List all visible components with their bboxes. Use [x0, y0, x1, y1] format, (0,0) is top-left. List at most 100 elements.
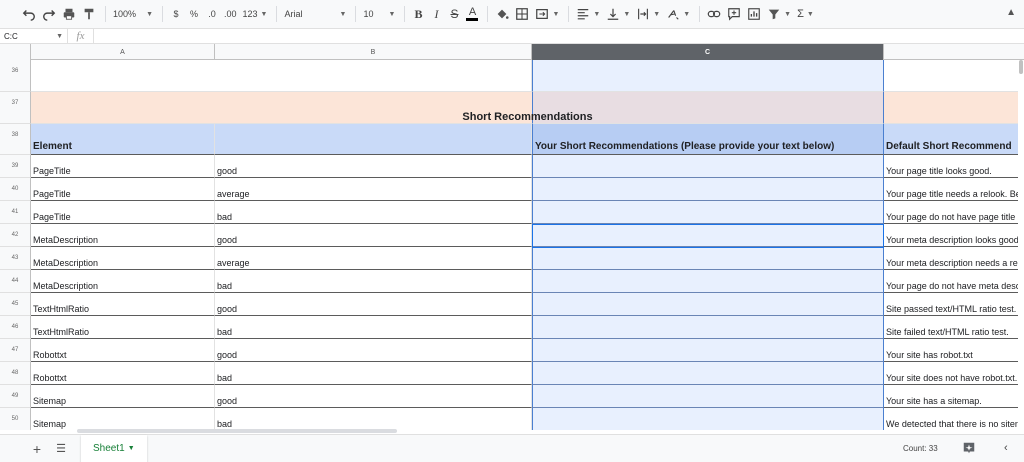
- cell-your-recommendation[interactable]: [532, 201, 884, 224]
- cell-default-recommendation[interactable]: Your site has robot.txt: [884, 339, 1024, 362]
- cell-element[interactable]: MetaDescription: [31, 247, 215, 270]
- functions-button[interactable]: Σ ▼: [795, 4, 816, 24]
- header-cell-element[interactable]: Element: [31, 124, 215, 155]
- cell-default-recommendation[interactable]: Your site does not have robot.txt.: [884, 362, 1024, 385]
- header-cell-default-recommendations[interactable]: Default Short Recommend: [884, 124, 1024, 155]
- cell-default-recommendation[interactable]: Your meta description looks good.: [884, 224, 1024, 247]
- bold-button[interactable]: B: [410, 4, 426, 24]
- add-sheet-icon[interactable]: +: [27, 441, 47, 457]
- vertical-scrollbar[interactable]: [1018, 60, 1024, 430]
- insert-link-icon[interactable]: [705, 4, 723, 24]
- cell-rating[interactable]: good: [215, 339, 532, 362]
- column-header-c[interactable]: C: [532, 44, 884, 60]
- row-number[interactable]: 40: [0, 178, 31, 201]
- cell[interactable]: [31, 60, 532, 92]
- cell-rating[interactable]: bad: [215, 316, 532, 339]
- undo-icon[interactable]: [20, 4, 38, 24]
- row-number[interactable]: 36: [0, 60, 31, 92]
- cell-default-recommendation[interactable]: We detected that there is no siten: [884, 408, 1024, 430]
- font-size-select[interactable]: 10 ▼: [361, 4, 397, 24]
- column-header-a[interactable]: A: [31, 44, 215, 60]
- cell-default-recommendation[interactable]: Site failed text/HTML ratio test.: [884, 316, 1024, 339]
- cell-default-recommendation[interactable]: Your site has a sitemap.: [884, 385, 1024, 408]
- cell-rating[interactable]: good: [215, 224, 532, 247]
- cell-your-recommendation[interactable]: [532, 316, 884, 339]
- cell-element[interactable]: TextHtmlRatio: [31, 293, 215, 316]
- cell-element[interactable]: PageTitle: [31, 178, 215, 201]
- cell-element[interactable]: Sitemap: [31, 408, 215, 430]
- row-number[interactable]: 41: [0, 201, 31, 224]
- selection-count[interactable]: Count: 33: [903, 444, 938, 453]
- decrease-decimals-button[interactable]: .0: [204, 4, 220, 24]
- cell-element[interactable]: MetaDescription: [31, 270, 215, 293]
- cell-element[interactable]: Robottxt: [31, 339, 215, 362]
- row-number[interactable]: 43: [0, 247, 31, 270]
- row-number[interactable]: 44: [0, 270, 31, 293]
- cell-default-recommendation[interactable]: Site passed text/HTML ratio test.: [884, 293, 1024, 316]
- cell-your-recommendation[interactable]: [532, 385, 884, 408]
- row-number[interactable]: 42: [0, 224, 31, 247]
- paint-format-icon[interactable]: [80, 4, 98, 24]
- print-icon[interactable]: [60, 4, 78, 24]
- cell-element[interactable]: PageTitle: [31, 201, 215, 224]
- cell-rating[interactable]: bad: [215, 201, 532, 224]
- horizontal-scrollbar-thumb[interactable]: [77, 429, 397, 433]
- cell[interactable]: [31, 92, 532, 124]
- cell-your-recommendation[interactable]: [532, 270, 884, 293]
- italic-button[interactable]: I: [428, 4, 444, 24]
- cell[interactable]: [884, 92, 1024, 124]
- increase-decimals-button[interactable]: .00: [222, 4, 239, 24]
- row-number[interactable]: 37: [0, 92, 31, 124]
- row-number[interactable]: 38: [0, 124, 31, 155]
- cell-default-recommendation[interactable]: Your meta description needs a reli: [884, 247, 1024, 270]
- currency-format-button[interactable]: $: [168, 4, 184, 24]
- header-cell-your-recommendations[interactable]: Your Short Recommendations (Please provi…: [532, 124, 884, 155]
- cell-rating[interactable]: average: [215, 247, 532, 270]
- insert-chart-icon[interactable]: [745, 4, 763, 24]
- chevron-up-icon[interactable]: ▲: [1006, 7, 1016, 18]
- row-number[interactable]: 39: [0, 155, 31, 178]
- cell-rating[interactable]: good: [215, 293, 532, 316]
- cell-element[interactable]: TextHtmlRatio: [31, 316, 215, 339]
- row-number[interactable]: 50: [0, 408, 31, 430]
- cell-rating[interactable]: good: [215, 155, 532, 178]
- cell-element[interactable]: MetaDescription: [31, 224, 215, 247]
- vertical-scrollbar-thumb[interactable]: [1019, 60, 1023, 74]
- more-formats-button[interactable]: 123 ▼: [241, 4, 270, 24]
- all-sheets-icon[interactable]: ☰: [51, 442, 71, 455]
- cell-default-recommendation[interactable]: Your page title looks good.: [884, 155, 1024, 178]
- merge-cells-icon[interactable]: ▼: [533, 4, 561, 24]
- cell-your-recommendation[interactable]: [532, 178, 884, 201]
- cell[interactable]: [532, 92, 884, 124]
- formula-input[interactable]: [94, 29, 1024, 43]
- header-cell-b[interactable]: [215, 124, 532, 155]
- cell-element[interactable]: PageTitle: [31, 155, 215, 178]
- cell-your-recommendation[interactable]: [532, 247, 884, 270]
- text-wrapping-icon[interactable]: ▼: [634, 4, 662, 24]
- fill-color-icon[interactable]: [493, 4, 511, 24]
- vertical-align-icon[interactable]: ▼: [604, 4, 632, 24]
- cell-your-recommendation[interactable]: [532, 362, 884, 385]
- cell-rating[interactable]: bad: [215, 408, 532, 430]
- cell-element[interactable]: Robottxt: [31, 362, 215, 385]
- cell-rating[interactable]: good: [215, 385, 532, 408]
- column-header-b[interactable]: B: [215, 44, 532, 60]
- name-box[interactable]: C:C ▼: [0, 29, 68, 43]
- sheet-tab-sheet1[interactable]: Sheet1 ▼: [81, 434, 147, 462]
- cell-rating[interactable]: bad: [215, 362, 532, 385]
- row-number[interactable]: 49: [0, 385, 31, 408]
- side-panel-toggle-icon[interactable]: ‹: [1004, 442, 1008, 454]
- row-number[interactable]: 48: [0, 362, 31, 385]
- cell-your-recommendation[interactable]: [532, 408, 884, 430]
- strikethrough-button[interactable]: S: [446, 4, 462, 24]
- font-select[interactable]: Arial ▼: [282, 4, 348, 24]
- cell[interactable]: [884, 60, 1024, 92]
- select-all-corner[interactable]: [0, 44, 31, 60]
- cell-your-recommendation[interactable]: [532, 339, 884, 362]
- borders-icon[interactable]: [513, 4, 531, 24]
- cell-default-recommendation[interactable]: Your page do not have meta desc: [884, 270, 1024, 293]
- cell-your-recommendation[interactable]: [532, 293, 884, 316]
- cell-default-recommendation[interactable]: Your page title needs a relook. Be: [884, 178, 1024, 201]
- cell-your-recommendation[interactable]: [532, 155, 884, 178]
- text-color-button[interactable]: A: [464, 4, 480, 24]
